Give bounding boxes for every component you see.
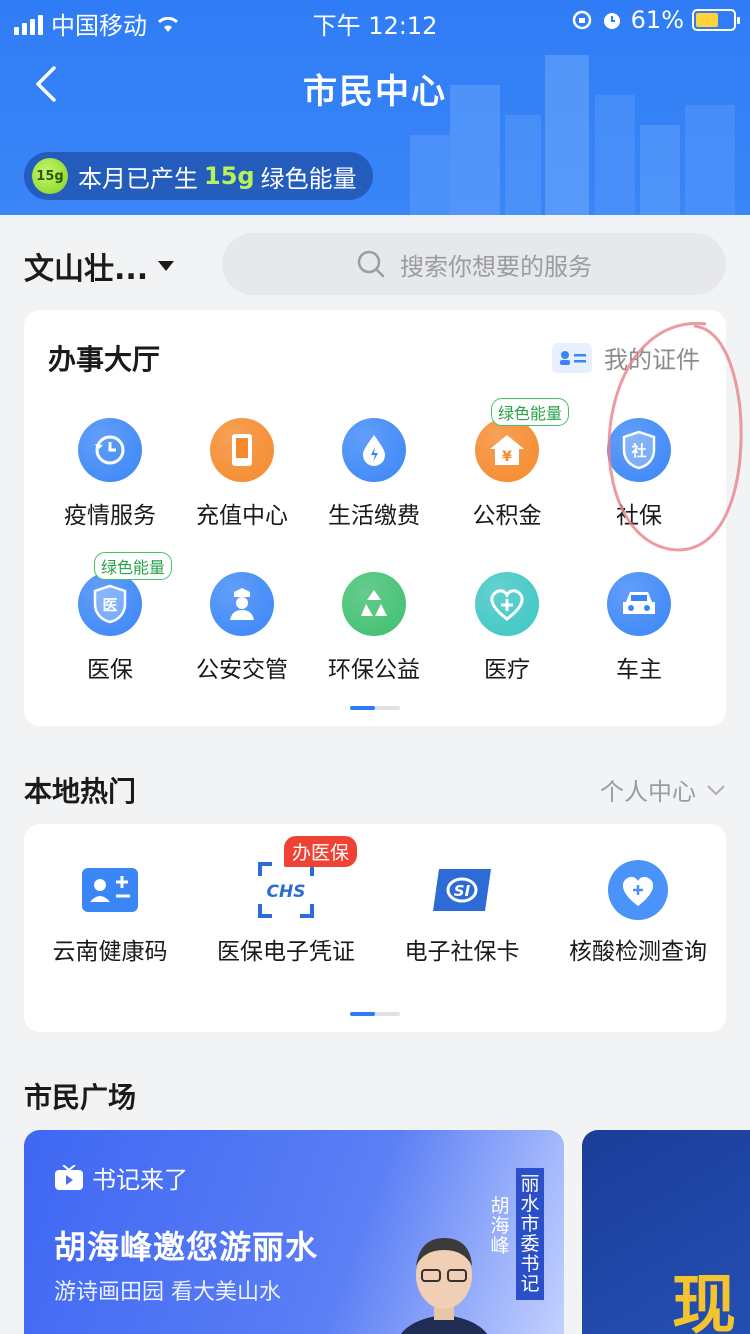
promo-banner-2[interactable]: 现 <box>582 1130 750 1334</box>
local-hot-title: 本地热门 <box>24 775 137 808</box>
caret-down-icon <box>158 261 175 271</box>
svg-text:SI: SI <box>454 882 471 900</box>
phone-icon <box>210 418 274 482</box>
banner-tag-label: 书记来了 <box>92 1166 188 1194</box>
personal-center-label: 个人中心 <box>600 778 696 806</box>
service-4[interactable]: ¥ 绿色能量公积金 <box>441 398 573 530</box>
page-indicator <box>350 706 400 710</box>
service-6[interactable]: 医 绿色能量医保 <box>44 552 176 684</box>
si-card-icon: SI <box>430 858 494 922</box>
service-hall-title: 办事大厅 <box>48 343 161 376</box>
service-9[interactable]: 医疗 <box>441 572 573 684</box>
chs-icon: CHS <box>254 858 318 922</box>
search-icon <box>357 250 385 278</box>
tv-icon <box>55 1164 83 1190</box>
service-label: 疫情服务 <box>64 503 156 529</box>
service-1[interactable]: 疫情服务 <box>44 418 176 530</box>
banner-tag: 书记来了 <box>54 1160 188 1195</box>
my-cert-label: 我的证件 <box>604 346 700 374</box>
green-energy-pill[interactable]: 15g 本月已产生 15g 绿色能量 <box>24 152 373 200</box>
chevron-down-icon <box>707 784 725 796</box>
service-label: 充值中心 <box>196 503 288 529</box>
banner-title: 胡海峰邀您游丽水 <box>54 1228 319 1266</box>
page-indicator <box>350 1012 400 1016</box>
service-5[interactable]: 社社保 <box>573 418 705 530</box>
service-label: 医疗 <box>484 657 530 683</box>
car-icon <box>607 572 671 636</box>
citizen-plaza-title: 市民广场 <box>24 1081 137 1114</box>
recycle-icon <box>342 572 406 636</box>
banner-subtitle: 游诗画田园 看大美山水 <box>54 1280 281 1305</box>
shield-yi-icon: 医 <box>78 572 142 636</box>
green-energy-tag: 绿色能量 <box>94 552 173 580</box>
hot-item-label: 电子社保卡 <box>404 939 520 965</box>
service-8[interactable]: 环保公益 <box>308 572 440 684</box>
hot-item-health-code[interactable]: 云南健康码 <box>30 858 190 968</box>
banner-vertical-title: 丽水市委书记 <box>516 1168 544 1300</box>
shield-she-icon: 社 <box>607 418 671 482</box>
person-photo <box>400 1238 488 1334</box>
personal-center-dropdown[interactable]: 个人中心 <box>600 772 726 807</box>
energy-value: 15g <box>204 162 255 190</box>
search-input[interactable]: 搜索你想要的服务 <box>400 247 592 282</box>
insurance-badge: 办医保 <box>284 836 358 867</box>
rotation-lock-icon <box>572 10 591 30</box>
local-hot-card: 云南健康码 CHS 办医保 医保电子凭证 SI 电子社保卡 核酸检测查询 <box>24 824 726 1032</box>
service-10[interactable]: 车主 <box>573 572 705 684</box>
police-icon <box>210 572 274 636</box>
hot-item-nucleic-test[interactable]: 核酸检测查询 <box>558 858 718 968</box>
alarm-icon <box>603 13 620 29</box>
clock-refresh-icon <box>78 418 142 482</box>
medical-heart-icon <box>475 572 539 636</box>
svg-text:医: 医 <box>102 596 117 614</box>
service-2[interactable]: 充值中心 <box>176 418 308 530</box>
energy-badge-icon: 15g <box>32 158 68 194</box>
location-name: 文山壮... <box>24 252 149 287</box>
energy-suffix: 绿色能量 <box>260 164 357 193</box>
service-7[interactable]: 公安交管 <box>176 572 308 684</box>
search-bar[interactable]: 搜索你想要的服务 <box>222 233 726 295</box>
service-hall-card: 办事大厅 我的证件 疫情服务 充值中心 生活缴费 ¥ 绿色能量 公积金社社保医绿色能量 医保… <box>24 310 726 726</box>
hot-item-social-card[interactable]: SI 电子社保卡 <box>382 858 542 968</box>
energy-prefix: 本月已产生 <box>78 164 198 193</box>
service-label: 公积金 <box>472 503 542 529</box>
service-label: 社保 <box>616 503 662 529</box>
service-3[interactable]: 生活缴费 <box>308 418 440 530</box>
svg-text:社: 社 <box>630 442 646 460</box>
my-certificates-link[interactable]: 我的证件 <box>552 340 700 375</box>
hot-item-insurance-voucher[interactable]: CHS 办医保 医保电子凭证 <box>206 836 366 968</box>
hot-item-label: 医保电子凭证 <box>217 939 355 965</box>
id-card-icon <box>552 342 592 373</box>
service-label: 医保 <box>87 657 133 683</box>
house-yuan-icon: ¥ <box>475 418 539 482</box>
promo-banner[interactable]: 书记来了 胡海峰邀您游丽水 游诗画田园 看大美山水 丽水市委书记 胡海峰 <box>24 1130 564 1334</box>
header: 中国移动 下午 12:12 61% 市民中心 15g 本月已产生 15g 绿色能… <box>0 0 750 215</box>
banner2-text: 现 <box>672 1268 736 1334</box>
location-selector[interactable]: 文山壮... <box>24 244 175 288</box>
service-label: 生活缴费 <box>328 503 420 529</box>
battery-percent: 61% <box>630 6 684 34</box>
service-label: 车主 <box>616 657 662 683</box>
water-drop-icon <box>342 418 406 482</box>
health-card-icon <box>78 858 142 922</box>
status-bar: 中国移动 下午 12:12 61% <box>0 0 750 44</box>
battery-icon <box>692 9 740 31</box>
green-energy-tag: 绿色能量 <box>491 398 570 426</box>
service-label: 公安交管 <box>196 657 288 683</box>
page-title: 市民中心 <box>303 72 447 112</box>
hot-item-label: 核酸检测查询 <box>569 939 707 965</box>
svg-text:¥: ¥ <box>502 449 512 465</box>
hot-item-label: 云南健康码 <box>52 939 168 965</box>
heart-plus-icon <box>606 858 670 922</box>
svg-text:CHS: CHS <box>267 882 306 902</box>
service-label: 环保公益 <box>328 657 420 683</box>
